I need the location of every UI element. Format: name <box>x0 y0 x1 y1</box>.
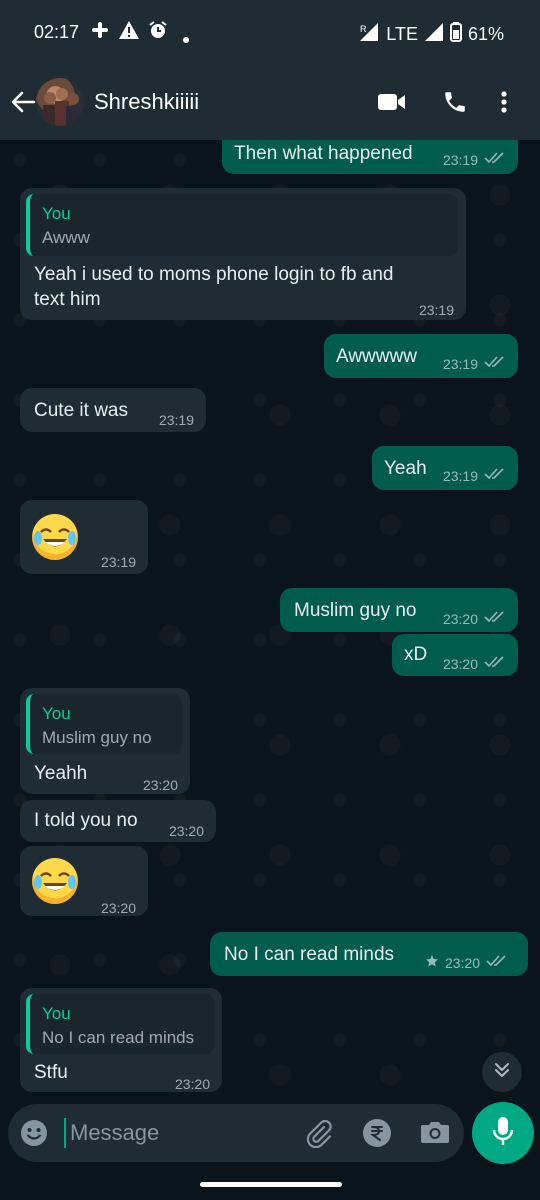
battery-level: 61% <box>467 24 504 44</box>
message-outgoing[interactable]: Then what happened 23:19 <box>222 140 518 174</box>
quoted-author: You <box>42 1004 71 1023</box>
message-text-line-2: text him <box>34 289 101 310</box>
message-outgoing[interactable]: No I can read minds 23:20 <box>210 932 528 976</box>
message-meta: 23:20 <box>425 951 508 976</box>
more-vertical-icon[interactable] <box>500 90 508 119</box>
quoted-author: You <box>42 204 71 223</box>
message-meta: 23:20 <box>443 607 506 632</box>
message-time: 23:20 <box>442 611 478 627</box>
message-text: Muslim guy no <box>294 600 417 621</box>
message-time: 23:19 <box>100 554 136 570</box>
read-ticks-icon <box>484 652 506 677</box>
system-nav-bar <box>0 1164 540 1200</box>
message-incoming-emoji[interactable]: 23:19 <box>20 500 148 574</box>
message-text: xD <box>404 644 428 665</box>
read-ticks-icon <box>484 464 506 489</box>
chevrons-down-icon <box>493 1061 511 1084</box>
quoted-text: Awww <box>42 228 90 247</box>
quoted-text: No I can read minds <box>42 1028 195 1047</box>
chat-messages[interactable]: Then what happened 23:19 You Awww Yeah i… <box>0 140 540 1100</box>
video-call-icon[interactable] <box>378 92 406 117</box>
message-incoming[interactable]: I told you no 23:20 <box>20 800 216 842</box>
battery-icon <box>449 22 462 47</box>
read-ticks-icon <box>484 607 506 632</box>
message-input[interactable] <box>70 1116 290 1150</box>
message-meta: 23:19 <box>443 464 506 489</box>
text-cursor <box>64 1118 66 1148</box>
message-text: Stfu <box>34 1062 68 1083</box>
read-ticks-icon <box>484 148 506 173</box>
rupee-payment-icon[interactable] <box>362 1118 392 1153</box>
message-incoming[interactable]: Cute it was 23:19 <box>20 388 206 432</box>
face-with-tears-of-joy-icon <box>32 858 78 904</box>
message-text: Yeah <box>384 458 427 479</box>
message-incoming-reply[interactable]: You Awww Yeah i used to moms phone login… <box>20 188 466 320</box>
message-outgoing[interactable]: Yeah 23:19 <box>372 446 518 490</box>
message-text: Yeahh <box>34 763 88 784</box>
message-text: Cute it was <box>34 400 128 421</box>
camera-icon[interactable] <box>420 1119 450 1150</box>
message-time: 23:19 <box>158 412 194 428</box>
message-text: Awwwww <box>336 346 417 367</box>
message-time: 23:20 <box>100 900 136 916</box>
message-meta: 23:20 <box>443 652 506 677</box>
quoted-message[interactable]: You Awww <box>26 194 458 256</box>
status-right: R LTE 61% <box>358 22 504 47</box>
star-icon <box>425 951 439 976</box>
message-time: 23:20 <box>442 656 478 672</box>
chat-header: Shreshkiiiii <box>0 64 540 140</box>
message-text: No I can read minds <box>224 944 395 965</box>
message-time: 23:19 <box>442 152 478 168</box>
scroll-to-bottom-button[interactable] <box>482 1052 522 1092</box>
message-outgoing[interactable]: Awwwww 23:19 <box>324 334 518 378</box>
quoted-message[interactable]: You Muslim guy no <box>26 694 182 754</box>
message-time: 23:20 <box>168 823 204 839</box>
message-time: 23:19 <box>442 356 478 372</box>
mic-icon <box>492 1116 514 1151</box>
avatar[interactable] <box>36 78 84 126</box>
message-time: 23:20 <box>142 777 178 793</box>
status-bar: 02:17 R LTE 61% <box>0 0 540 64</box>
message-meta: 23:19 <box>443 352 506 377</box>
quoted-author: You <box>42 704 71 723</box>
quoted-message[interactable]: You No I can read minds <box>26 994 214 1054</box>
signal-icon <box>424 22 444 47</box>
emoji-icon[interactable] <box>20 1119 48 1152</box>
message-text: I told you no <box>34 810 138 831</box>
message-time: 23:19 <box>418 302 454 318</box>
attach-icon[interactable] <box>304 1118 334 1153</box>
dot-icon <box>182 28 190 49</box>
message-time: 23:20 <box>174 1076 210 1092</box>
message-outgoing[interactable]: Muslim guy no 23:20 <box>280 588 518 632</box>
network-type: LTE <box>386 24 418 44</box>
message-outgoing[interactable]: xD 23:20 <box>392 634 518 676</box>
message-incoming-reply[interactable]: You Muslim guy no Yeahh 23:20 <box>20 688 190 794</box>
phone-call-icon[interactable] <box>442 89 468 120</box>
read-ticks-icon <box>486 951 508 976</box>
alert-triangle-icon <box>118 20 140 45</box>
home-indicator[interactable] <box>200 1182 342 1187</box>
message-time: 23:20 <box>444 955 480 971</box>
message-text: Then what happened <box>234 143 413 164</box>
message-text-line-1: Yeah i used to moms phone login to fb an… <box>34 264 394 285</box>
svg-text:R: R <box>360 24 367 34</box>
contact-name[interactable]: Shreshkiiiii <box>94 89 199 115</box>
signal-roaming-icon: R <box>358 22 380 47</box>
read-ticks-icon <box>484 352 506 377</box>
message-composer <box>8 1104 464 1162</box>
quoted-text: Muslim guy no <box>42 728 152 747</box>
message-incoming-reply[interactable]: You No I can read minds Stfu 23:20 <box>20 988 222 1092</box>
face-with-tears-of-joy-icon <box>32 514 78 560</box>
message-meta: 23:19 <box>443 148 506 173</box>
mic-button[interactable] <box>472 1102 534 1164</box>
alarm-icon <box>148 20 168 45</box>
back-arrow-icon[interactable] <box>10 90 36 119</box>
message-time: 23:19 <box>442 468 478 484</box>
message-incoming-emoji[interactable]: 23:20 <box>20 846 148 916</box>
slack-icon <box>90 20 110 45</box>
status-time: 02:17 <box>34 22 80 42</box>
